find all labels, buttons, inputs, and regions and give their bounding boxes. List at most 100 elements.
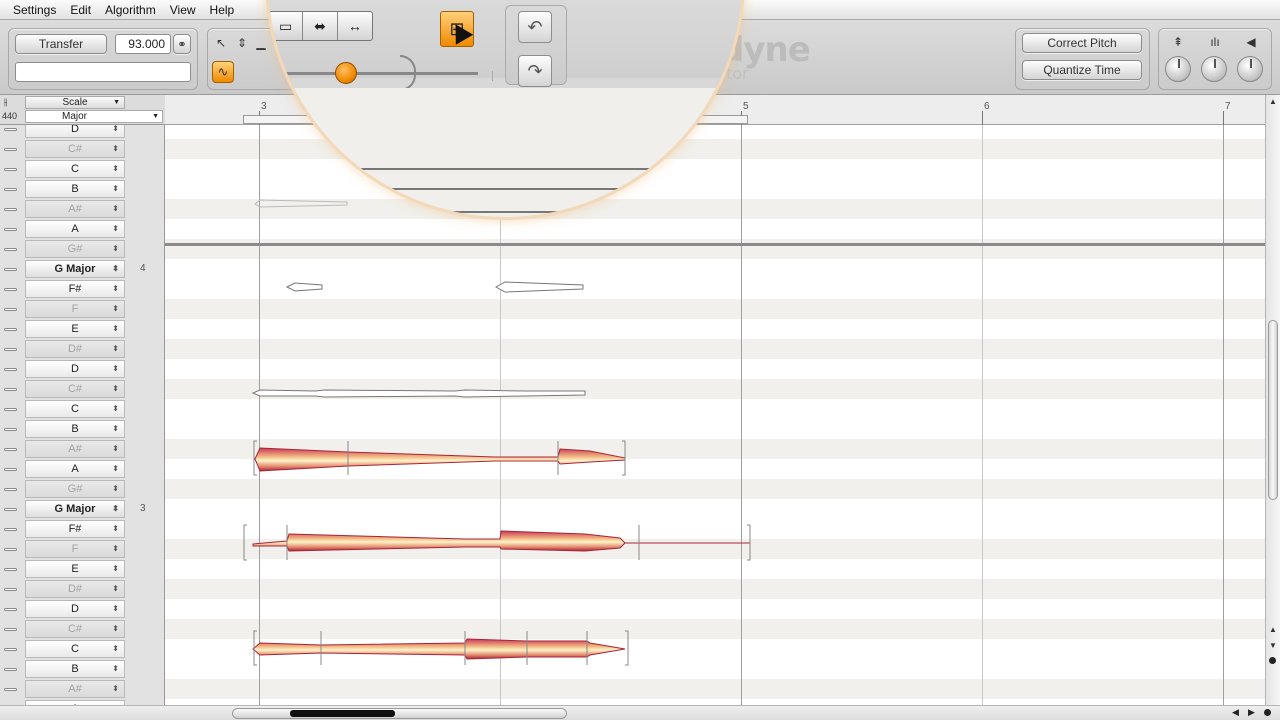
menu-edit[interactable]: Edit	[63, 3, 98, 17]
slider-thumb[interactable]	[335, 62, 357, 84]
stepper-icon[interactable]: ⬍	[112, 224, 119, 233]
stepper-icon[interactable]: ⬍	[112, 644, 119, 653]
note-blob[interactable]	[252, 530, 626, 552]
scale-row[interactable]: A⬍	[0, 459, 164, 479]
time-stretch-tool-icon[interactable]: ↔	[338, 12, 372, 40]
scale-row[interactable]: C# ⬍	[0, 379, 164, 399]
pitch-key[interactable]	[4, 628, 17, 631]
scale-note-cell[interactable]: E ⬍	[25, 560, 125, 578]
note-blob[interactable]	[494, 281, 584, 293]
pitch-key[interactable]	[4, 308, 17, 311]
pitch-key[interactable]	[4, 348, 17, 351]
quantize-time-button[interactable]: Quantize Time	[1022, 60, 1142, 80]
stepper-icon[interactable]: ⬍	[112, 384, 119, 393]
pitch-key[interactable]	[4, 228, 17, 231]
pitch-key[interactable]	[4, 468, 17, 471]
horizontal-scroll-thumb[interactable]	[232, 708, 567, 719]
pitch-key[interactable]	[4, 388, 17, 391]
stepper-icon[interactable]: ⬍	[112, 324, 119, 333]
vertical-scrollbar[interactable]: ▲ ▲ ▼	[1265, 95, 1280, 705]
stepper-icon[interactable]: ⬍	[112, 364, 119, 373]
reference-pitch[interactable]: 440	[2, 111, 26, 123]
stepper-icon[interactable]: ⬍	[112, 564, 119, 573]
scroll-left-icon[interactable]: ◀	[1232, 707, 1239, 718]
zoom-dot-icon[interactable]	[1269, 657, 1276, 664]
scale-row[interactable]: G Major ⬍ 3	[0, 499, 164, 519]
stepper-icon[interactable]: ⬍	[112, 584, 119, 593]
pitch-key[interactable]	[4, 548, 17, 551]
pitch-key[interactable]	[4, 208, 17, 211]
scale-note-cell[interactable]: F ⬍	[25, 540, 125, 558]
pitch-tool-icon[interactable]: ⇕	[234, 35, 250, 51]
scale-row[interactable]: A⬍	[0, 219, 164, 239]
undo-icon[interactable]: ↶	[518, 11, 552, 43]
formant-knob[interactable]	[1201, 56, 1227, 82]
arrow-tool-icon[interactable]: ↖	[213, 35, 229, 51]
scale-note-cell[interactable]: G Major ⬍	[25, 500, 125, 518]
scale-row[interactable]: F# ⬍	[0, 279, 164, 299]
stepper-icon[interactable]: ⬍	[112, 284, 119, 293]
scale-row[interactable]: A# ⬍	[0, 199, 164, 219]
pitch-key[interactable]	[4, 368, 17, 371]
stepper-icon[interactable]: ⬍	[112, 504, 119, 513]
scale-row[interactable]: G Major ⬍ 4	[0, 259, 164, 279]
note-blob[interactable]	[254, 447, 626, 472]
transfer-button[interactable]: Transfer	[15, 34, 107, 54]
scale-note-cell[interactable]: D# ⬍	[25, 340, 125, 358]
scale-note-cell[interactable]: D ⬍	[25, 360, 125, 378]
scale-note-cell[interactable]: F ⬍	[25, 300, 125, 318]
scale-row[interactable]: C ⬍	[0, 399, 164, 419]
pitch-key[interactable]	[4, 588, 17, 591]
pitch-key[interactable]	[4, 188, 17, 191]
menu-help[interactable]: Help	[203, 3, 242, 17]
pitch-key[interactable]	[4, 248, 17, 251]
scale-row[interactable]: F# ⬍	[0, 519, 164, 539]
scale-row[interactable]: F ⬍	[0, 539, 164, 559]
pitch-key[interactable]	[4, 688, 17, 691]
scale-note-cell[interactable]: A⬍	[25, 460, 125, 478]
scale-row[interactable]: C# ⬍	[0, 619, 164, 639]
scale-note-cell[interactable]: B ⬍	[25, 660, 125, 678]
scale-row[interactable]: E ⬍	[0, 319, 164, 339]
scroll-right-icon[interactable]: ▶	[1248, 707, 1255, 718]
stepper-icon[interactable]: ⬍	[112, 125, 119, 133]
pitch-key[interactable]	[4, 648, 17, 651]
scale-row[interactable]: D ⬍	[0, 359, 164, 379]
pitch-key[interactable]	[4, 148, 17, 151]
scale-row[interactable]: C# ⬍	[0, 139, 164, 159]
scroll-down-icon[interactable]: ▼	[1269, 641, 1277, 650]
scale-row[interactable]: C ⬍	[0, 159, 164, 179]
scale-note-cell[interactable]: G Major ⬍	[25, 260, 125, 278]
stepper-icon[interactable]: ⬍	[112, 424, 119, 433]
move-tool-icon[interactable]: ⬌	[303, 12, 338, 40]
stepper-icon[interactable]: ⬍	[112, 144, 119, 153]
pitch-key[interactable]	[4, 168, 17, 171]
scale-row[interactable]: G# ⬍	[0, 479, 164, 499]
scale-row[interactable]: G# ⬍	[0, 239, 164, 259]
pitch-key[interactable]	[4, 608, 17, 611]
scale-row[interactable]: D ⬍	[0, 599, 164, 619]
stepper-icon[interactable]: ⬍	[112, 204, 119, 213]
scale-note-cell[interactable]: B ⬍	[25, 180, 125, 198]
amplitude-tool-icon[interactable]: ▁	[253, 35, 269, 51]
pitch-key[interactable]	[4, 428, 17, 431]
zoom-dot-icon[interactable]	[1264, 709, 1271, 716]
pitch-key[interactable]	[4, 268, 17, 271]
menu-view[interactable]: View	[163, 3, 203, 17]
scale-note-cell[interactable]: C ⬍	[25, 160, 125, 178]
correct-pitch-button[interactable]: Correct Pitch	[1022, 33, 1142, 53]
pitch-knob[interactable]	[1165, 56, 1191, 82]
stepper-icon[interactable]: ⬍	[112, 484, 119, 493]
scale-row[interactable]: A# ⬍	[0, 679, 164, 699]
scale-row[interactable]: D# ⬍	[0, 579, 164, 599]
scale-note-cell[interactable]: B ⬍	[25, 420, 125, 438]
scale-row[interactable]: D ⬍	[0, 125, 164, 139]
horizontal-scrollbar[interactable]: ◀ ▶	[0, 705, 1280, 720]
pitch-ruler-toggle-icon[interactable]: ⫲	[4, 97, 22, 109]
stepper-icon[interactable]: ⬍	[112, 604, 119, 613]
note-blob[interactable]	[252, 638, 626, 660]
scale-note-cell[interactable]: C ⬍	[25, 640, 125, 658]
volume-knob[interactable]	[1237, 56, 1263, 82]
scale-row[interactable]: B ⬍	[0, 179, 164, 199]
scale-note-cell[interactable]: C ⬍	[25, 400, 125, 418]
